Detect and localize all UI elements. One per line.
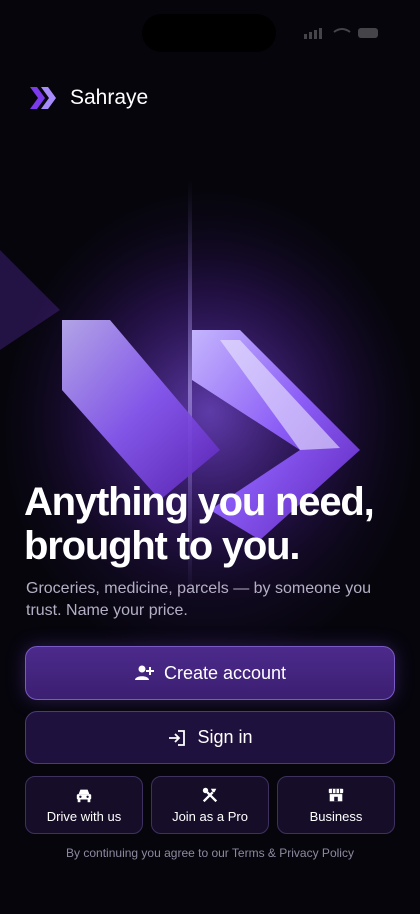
storefront-icon: [328, 788, 344, 802]
business-label: Business: [309, 809, 363, 824]
double-chevron-logo-icon: [30, 87, 56, 109]
join-as-pro-button[interactable]: Join as a Pro: [151, 776, 269, 834]
join-as-pro-label: Join as a Pro: [172, 809, 248, 824]
headline-line-2: brought to you.: [24, 524, 300, 568]
status-icons: [304, 28, 378, 39]
person-add-icon: [134, 665, 154, 680]
tools-icon: [202, 787, 218, 803]
brand: Sahraye: [30, 86, 148, 110]
drive-with-us-label: Drive with us: [46, 809, 122, 824]
subtitle: Groceries, medicine, parcels — by someon…: [26, 580, 372, 619]
create-account-label: Create account: [163, 662, 287, 683]
car-icon: [76, 789, 92, 803]
legal-notice: By continuing you agree to our Terms & P…: [66, 846, 354, 860]
business-button[interactable]: Business: [277, 776, 395, 834]
sign-in-label: Sign in: [197, 727, 253, 747]
sign-in-icon: [169, 729, 186, 746]
app-name: Sahraye: [70, 86, 149, 109]
create-account-button[interactable]: Create account: [25, 646, 395, 700]
sign-in-button[interactable]: Sign in: [25, 711, 395, 764]
headline: Anything you need, brought to you.: [24, 480, 404, 568]
dynamic-island: [142, 14, 276, 52]
welcome-screen: Sahraye Anything you need, brought to yo…: [0, 0, 420, 914]
drive-with-us-button[interactable]: Drive with us: [25, 776, 143, 834]
headline-line-1: Anything you need,: [24, 480, 375, 524]
status-bar: [0, 0, 420, 60]
